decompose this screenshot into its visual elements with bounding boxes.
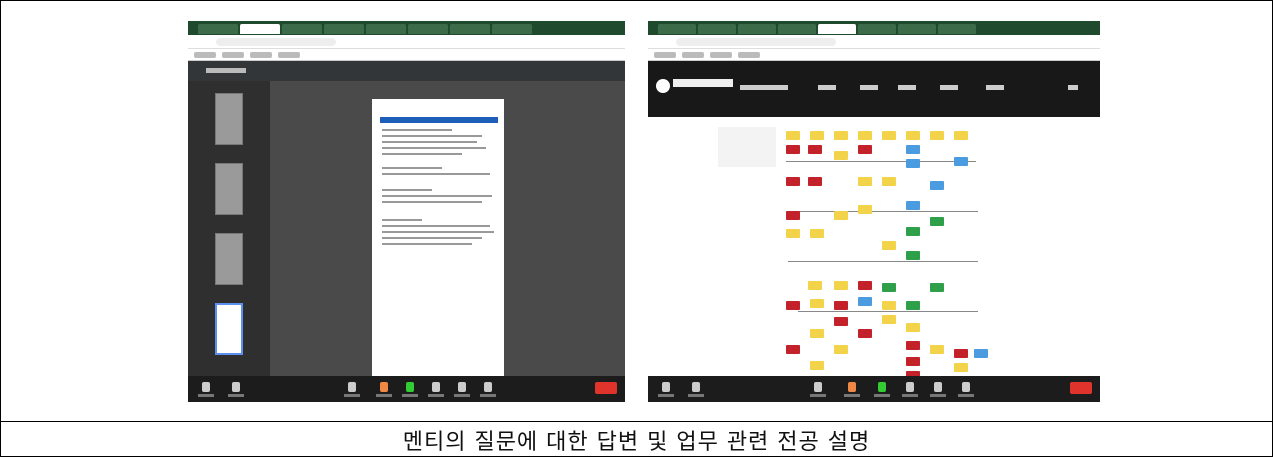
pdf-page: [372, 99, 504, 376]
pdf-content-area: [270, 81, 625, 376]
end-meeting-button: [1070, 382, 1092, 394]
site-sidebar: [718, 127, 776, 167]
browser-tab-bar: [648, 21, 1100, 35]
bookmarks-bar: [188, 49, 625, 61]
university-site: [648, 61, 1100, 392]
curriculum-site-screenshot: [648, 21, 1100, 402]
address-bar: [188, 35, 625, 49]
site-navigation: [648, 61, 1100, 117]
address-bar: [648, 35, 1100, 49]
browser-tab-bar: [188, 21, 625, 35]
bookmarks-bar: [648, 49, 1100, 61]
meeting-toolbar: [648, 376, 1100, 402]
meeting-toolbar: [188, 376, 625, 402]
university-logo: [656, 79, 670, 93]
image-row: [1, 1, 1272, 422]
pdf-viewer-screenshot: [188, 21, 625, 402]
pdf-thumbnails: [188, 81, 270, 376]
pdf-toolbar: [188, 61, 625, 81]
end-meeting-button: [595, 382, 617, 394]
figure-table: 멘티의 질문에 대한 답변 및 업무 관련 전공 설명: [0, 0, 1273, 457]
figure-caption: 멘티의 질문에 대한 답변 및 업무 관련 전공 설명: [402, 430, 871, 455]
